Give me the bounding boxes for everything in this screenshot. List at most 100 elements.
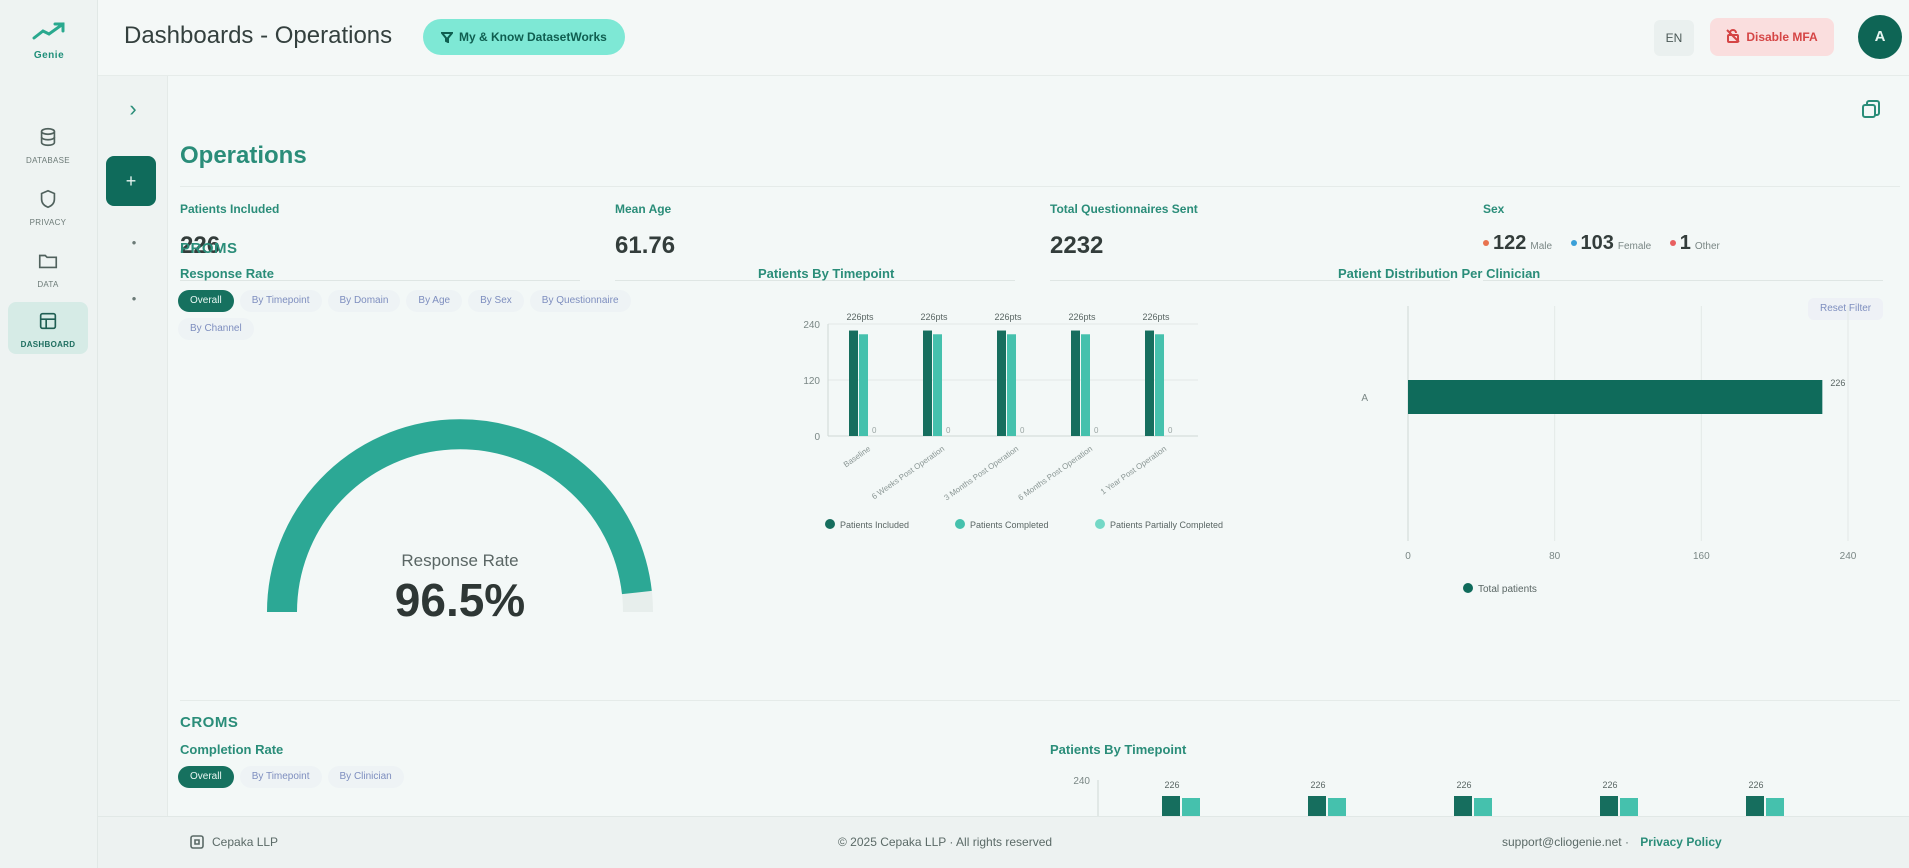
stat-label: Mean Age bbox=[615, 202, 672, 216]
distribution-chart: 0 80 160 240 A 226 Total patients bbox=[1361, 306, 1857, 595]
response-rate-filter-chip[interactable]: By Age bbox=[406, 290, 463, 312]
rail-item-dot[interactable]: • bbox=[127, 236, 141, 250]
sex-dot bbox=[1669, 240, 1676, 246]
app-root: Genie DATABASE PRIVACY DATA DASHBOARD Da… bbox=[0, 0, 1909, 868]
legend-label: Patients Completed bbox=[970, 520, 1049, 530]
bar-patients-included bbox=[1454, 796, 1472, 816]
lock-off-icon bbox=[1726, 29, 1741, 43]
sex-value: 103 bbox=[1580, 232, 1614, 254]
y-tick-label: 120 bbox=[803, 376, 820, 387]
copy-icon[interactable] bbox=[1860, 98, 1882, 120]
bar-data-label: 226 bbox=[1830, 378, 1845, 388]
croms-heading: CROMS bbox=[180, 714, 239, 731]
bar-patients-included bbox=[1071, 330, 1080, 436]
legend-label: Patients Included bbox=[840, 520, 909, 530]
response-rate-title: Response Rate bbox=[180, 266, 274, 281]
rail-item-dot[interactable]: • bbox=[127, 292, 141, 306]
bar-patients-completed bbox=[1182, 798, 1200, 816]
response-rate-gauge: Response Rate 96.5% bbox=[267, 419, 653, 626]
dataset-pill-button[interactable]: My & Know DatasetWorks bbox=[423, 19, 625, 55]
completion-rate-filter-chip[interactable]: By Timepoint bbox=[239, 766, 322, 788]
bar-patients-completed bbox=[1328, 798, 1346, 816]
bar-patients-included bbox=[1746, 796, 1764, 816]
bar-patients-included bbox=[1600, 796, 1618, 816]
response-rate-filter-chip[interactable]: By Domain bbox=[327, 290, 401, 312]
response-rate-filters: Overall By Timepoint By Domain By Age By Sex… bbox=[178, 290, 648, 346]
add-dashboard-button[interactable]: + bbox=[106, 156, 156, 206]
bar-patients-completed bbox=[1474, 798, 1492, 816]
bar-data-label: 226pts bbox=[846, 312, 874, 322]
bar-data-label: 226 bbox=[1602, 780, 1617, 790]
footer-brand-label: Cepaka LLP bbox=[212, 835, 279, 849]
disable-mfa-label: Disable MFA bbox=[1746, 30, 1818, 44]
stat-value: 61.76 bbox=[615, 232, 676, 259]
bar-patients-completed bbox=[859, 334, 868, 436]
response-rate-filter-chip[interactable]: By Timepoint bbox=[239, 290, 322, 312]
nav-item-label: DATABASE bbox=[26, 156, 70, 165]
gauge-label: Response Rate bbox=[401, 551, 518, 570]
response-rate-filter-chip[interactable]: By Sex bbox=[468, 290, 524, 312]
nav-item-database[interactable]: DATABASE bbox=[8, 118, 88, 170]
nav-item-dashboard[interactable]: DASHBOARD bbox=[8, 302, 88, 354]
response-rate-filter-chip[interactable]: By Questionnaire bbox=[529, 290, 631, 312]
language-selector[interactable]: EN bbox=[1654, 20, 1694, 56]
completion-rate-filter-chip[interactable]: By Clinician bbox=[327, 766, 404, 788]
sex-label: Female bbox=[1617, 241, 1652, 252]
x-tick-label: 1 Year Post Operation bbox=[1099, 444, 1168, 496]
footer-brand: Cepaka LLP bbox=[190, 835, 278, 849]
stat-underline bbox=[1483, 280, 1883, 281]
x-tick-label: 240 bbox=[1840, 551, 1857, 562]
legend-swatch bbox=[1095, 519, 1105, 529]
stat-value: 2232 bbox=[1050, 232, 1104, 259]
sex-item-other: 1 Other bbox=[1669, 232, 1720, 255]
nav-item-data[interactable]: DATA bbox=[8, 242, 88, 294]
folder-icon bbox=[38, 254, 58, 269]
main-content: Operations Patients Included 226 Mean Ag… bbox=[168, 76, 1909, 816]
response-rate-filter-chip[interactable]: Overall bbox=[178, 290, 234, 312]
copy-svg bbox=[1862, 100, 1880, 118]
bar-patients-included bbox=[923, 330, 932, 436]
footer: Cepaka LLP © 2025 Cepaka LLP · All right… bbox=[98, 816, 1909, 868]
sex-value: 1 bbox=[1679, 232, 1691, 254]
stat-label: Sex bbox=[1483, 202, 1505, 216]
stat-questionnaires: Total Questionnaires Sent 2232 bbox=[1050, 202, 1450, 281]
footer-contact: support@cliogenie.net · Privacy Policy bbox=[1502, 835, 1722, 849]
bar-patients-included bbox=[849, 330, 858, 436]
legend-swatch bbox=[825, 519, 835, 529]
copyright-icon bbox=[190, 835, 204, 849]
x-tick-label: Baseline bbox=[842, 444, 873, 469]
y-tick-label: 240 bbox=[803, 320, 820, 331]
section-title: Operations bbox=[180, 142, 307, 169]
bar-total-patients bbox=[1408, 380, 1823, 414]
footer-email[interactable]: support@cliogenie.net bbox=[1502, 835, 1622, 849]
divider bbox=[180, 700, 1900, 701]
bar-patients-included bbox=[997, 330, 1006, 436]
privacy-policy-link[interactable]: Privacy Policy bbox=[1640, 835, 1721, 849]
sex-label: Other bbox=[1694, 241, 1720, 252]
avatar[interactable]: A bbox=[1858, 15, 1902, 59]
legend-swatch bbox=[1463, 583, 1473, 593]
footer-divider: · bbox=[1624, 835, 1633, 849]
bar-data-label: 226pts bbox=[1068, 312, 1096, 322]
nav-item-label: DATA bbox=[37, 280, 59, 289]
genie-logo-icon bbox=[32, 22, 65, 40]
stat-label: Patients Included bbox=[180, 202, 280, 216]
bar-zero-label: 0 bbox=[946, 426, 951, 435]
shield-icon bbox=[40, 189, 56, 209]
response-rate-filter-chip[interactable]: By Channel bbox=[178, 318, 254, 340]
bar-patients-completed bbox=[1081, 334, 1090, 436]
stat-value: 226 bbox=[180, 232, 221, 259]
stat-sex: Sex 122 Male 103 Female 1 Other bbox=[1483, 202, 1883, 281]
bar-zero-label: 0 bbox=[872, 426, 877, 435]
expand-chevron-icon[interactable]: › bbox=[118, 94, 148, 124]
footer-copyright: © 2025 Cepaka LLP · All rights reserved bbox=[838, 835, 1053, 849]
disable-mfa-button[interactable]: Disable MFA bbox=[1710, 18, 1834, 56]
legend-label: Total patients bbox=[1478, 584, 1537, 595]
x-tick-label: 3 Months Post Operation bbox=[942, 444, 1020, 502]
bar-patients-completed bbox=[1007, 334, 1016, 436]
bar-zero-label: 0 bbox=[1020, 426, 1025, 435]
nav-item-privacy[interactable]: PRIVACY bbox=[8, 180, 88, 232]
stat-label: Total Questionnaires Sent bbox=[1050, 202, 1198, 216]
brand[interactable]: Genie bbox=[24, 20, 74, 61]
completion-rate-filter-chip[interactable]: Overall bbox=[178, 766, 234, 788]
